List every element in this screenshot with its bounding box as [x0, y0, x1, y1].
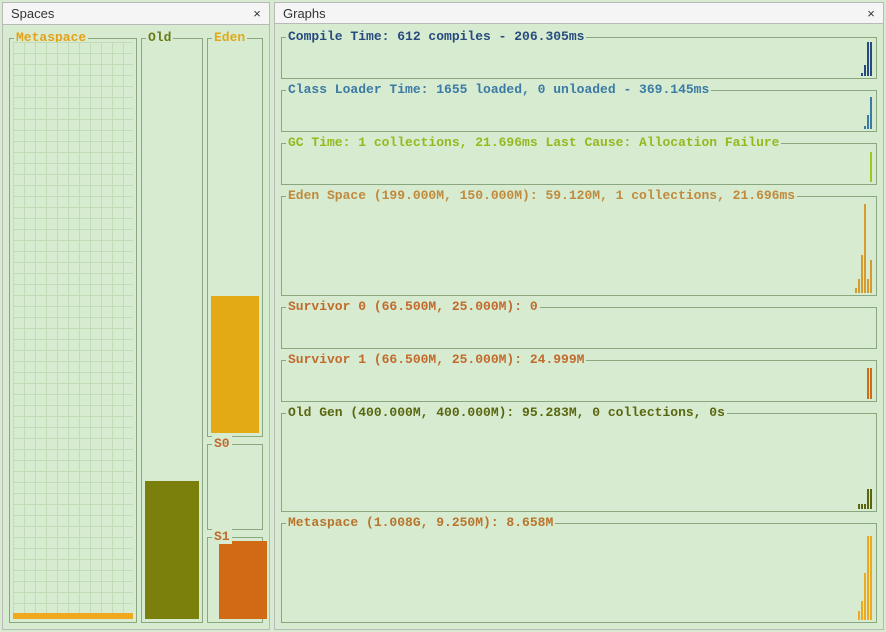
metaspace-graph-label: Metaspace (1.008G, 9.250M): 8.658M	[286, 515, 555, 530]
spaces-panel-body: Metaspace Old Eden	[3, 25, 269, 629]
eden-bar	[211, 296, 259, 433]
s0-label: S0	[212, 436, 232, 451]
spaces-panel-header[interactable]: Spaces ×	[3, 3, 269, 25]
compile-time-graph: Compile Time: 612 compiles - 206.305ms	[281, 37, 877, 79]
oldgen-spark	[832, 416, 872, 510]
s1-label: S1	[212, 529, 232, 544]
class-loader-spark	[832, 93, 872, 129]
graphs-panel: Graphs × Compile Time: 612 compiles - 20…	[274, 2, 884, 630]
spaces-panel: Spaces × Metaspace Old	[2, 2, 270, 630]
survivor1-spark	[832, 363, 872, 399]
spaces-panel-title: Spaces	[11, 6, 54, 21]
oldgen-label: Old Gen (400.000M, 400.000M): 95.283M, 0…	[286, 405, 727, 420]
s0-box: S0	[207, 444, 263, 530]
graphs-panel-title: Graphs	[283, 6, 326, 21]
close-icon[interactable]: ×	[863, 6, 879, 21]
survivor1-label: Survivor 1 (66.500M, 25.000M): 24.999M	[286, 352, 586, 367]
oldgen-graph: Old Gen (400.000M, 400.000M): 95.283M, 0…	[281, 413, 877, 513]
app-root: Spaces × Metaspace Old	[0, 0, 886, 632]
metaspace-graph: Metaspace (1.008G, 9.250M): 8.658M	[281, 523, 877, 623]
metaspace-chart	[13, 42, 133, 619]
class-loader-graph: Class Loader Time: 1655 loaded, 0 unload…	[281, 90, 877, 132]
graphs-panel-body: Compile Time: 612 compiles - 206.305ms C…	[275, 24, 883, 629]
compile-time-label: Compile Time: 612 compiles - 206.305ms	[286, 29, 586, 44]
oldgen-label: Old	[146, 30, 173, 45]
gc-time-spark	[832, 146, 872, 182]
metaspace-bar	[13, 613, 133, 619]
survivor1-graph: Survivor 1 (66.500M, 25.000M): 24.999M	[281, 360, 877, 402]
eden-space-graph: Eden Space (199.000M, 150.000M): 59.120M…	[281, 196, 877, 296]
eden-space-label: Eden Space (199.000M, 150.000M): 59.120M…	[286, 188, 797, 203]
graphs-panel-header[interactable]: Graphs ×	[275, 3, 883, 24]
metaspace-spark	[832, 526, 872, 620]
oldgen-box: Old	[141, 38, 203, 623]
eden-box: Eden	[207, 38, 263, 437]
eden-space-spark	[832, 199, 872, 293]
survivor0-graph: Survivor 0 (66.500M, 25.000M): 0	[281, 307, 877, 349]
s1-box: S1	[207, 537, 263, 623]
metaspace-box: Metaspace	[9, 38, 137, 623]
eden-label: Eden	[212, 30, 247, 45]
close-icon[interactable]: ×	[249, 6, 265, 21]
class-loader-label: Class Loader Time: 1655 loaded, 0 unload…	[286, 82, 711, 97]
gc-time-label: GC Time: 1 collections, 21.696ms Last Ca…	[286, 135, 781, 150]
survivor0-label: Survivor 0 (66.500M, 25.000M): 0	[286, 299, 540, 314]
s1-bar	[219, 541, 267, 619]
compile-time-spark	[832, 40, 872, 76]
gc-time-graph: GC Time: 1 collections, 21.696ms Last Ca…	[281, 143, 877, 185]
oldgen-bar	[145, 481, 199, 619]
